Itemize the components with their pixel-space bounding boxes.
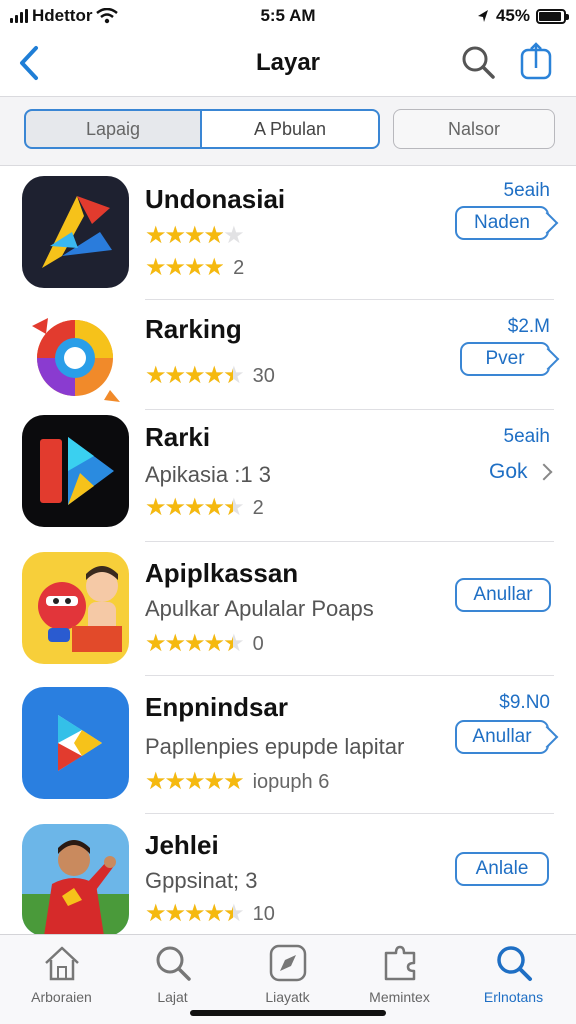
rating-count: 0: [252, 632, 264, 655]
segment-second[interactable]: A Pbulan: [202, 109, 380, 149]
carrier-label: Hdettor: [32, 6, 93, 25]
chevron-right-icon: [535, 725, 559, 749]
get-button[interactable]: Pver: [460, 342, 560, 376]
app-icon-ring-logo: [22, 304, 129, 416]
compass-icon: [269, 944, 306, 982]
rating-count: 2: [252, 496, 264, 519]
app-name: Rarking: [145, 314, 242, 344]
app-subtitle: Gppsinat; 3: [145, 868, 258, 893]
tab-home[interactable]: Arboraien: [4, 943, 119, 1013]
rating-stars: ★★★★★★★★★★ 2: [145, 494, 264, 521]
list-item[interactable]: Jehlei Gppsinat; 3 ★★★★★★★★★★ 10 Anlale: [0, 814, 576, 936]
home-icon: [44, 946, 79, 981]
search-icon[interactable]: [460, 44, 496, 80]
tab-explore[interactable]: Liayatk: [230, 943, 345, 1013]
get-button-label: Anullar: [472, 726, 532, 747]
get-button-label: Anlale: [475, 858, 529, 879]
home-indicator[interactable]: [190, 1010, 386, 1016]
rating-count: 10: [252, 902, 275, 925]
app-name: Jehlei: [145, 830, 219, 860]
app-subtitle: Papllenpies epupde lapitar: [145, 734, 405, 759]
rating-count: iopuph 6: [252, 770, 330, 793]
rating-stars: ★★★★ ★★★★ 2: [145, 254, 245, 281]
rating-stars: ★★★★★★★★★★ 30: [145, 362, 275, 389]
segment-third[interactable]: Nalsor: [393, 109, 555, 149]
status-time: 5:5 AM: [260, 6, 316, 25]
search-icon: [496, 946, 532, 981]
puzzle-icon: [384, 945, 415, 981]
rating-stars: ★★★★★★★★★★ 10: [145, 900, 275, 927]
page-title: Layar: [255, 49, 321, 76]
rating-stars: ★★★★★ ★★★★★ iopuph 6: [145, 768, 330, 795]
tab-label: Liayatk: [265, 989, 310, 1005]
app-name: Undonasiai: [145, 184, 286, 214]
app-icon-play-store: [22, 687, 129, 799]
app-name: Apiplkassan: [145, 558, 299, 588]
tab-search[interactable]: Lajat: [115, 943, 230, 1013]
rating-stars-top: ★★★★★★★★★★: [145, 222, 245, 249]
list-item[interactable]: Rarking ★★★★★★★★★★ 30 $2.M Pver: [0, 300, 576, 416]
chevron-right-icon: [535, 463, 553, 481]
get-button-label: Pver: [485, 348, 525, 369]
app-icon-arrow-logo: [22, 176, 129, 288]
app-icon-hero: [22, 824, 129, 936]
battery-level: [539, 11, 561, 21]
status-bar: Hdettor 5:5 AM 45%: [0, 0, 576, 32]
battery-icon: [536, 8, 569, 24]
app-price: $2.M: [507, 316, 550, 337]
get-button-label: Naden: [474, 212, 530, 233]
back-chevron-icon[interactable]: [14, 44, 44, 82]
get-button[interactable]: Anullar: [455, 720, 559, 754]
battery-percent: 45%: [495, 6, 530, 25]
get-button[interactable]: Anullar: [455, 578, 551, 612]
segmented-control: Lapaig A Pbulan Nalsor: [0, 96, 576, 166]
rating-stars: ★★★★★★★★★★ 0: [145, 630, 264, 657]
signal-icon: [10, 9, 28, 23]
tab-label: Erlnotans: [483, 989, 544, 1005]
app-icon-play-logo: [22, 415, 129, 527]
list-item[interactable]: Enpnindsar Papllenpies epupde lapitar ★★…: [0, 676, 576, 814]
chevron-right-icon: [536, 347, 560, 371]
app-price: $9.N0: [499, 692, 550, 713]
app-subtitle: Apikasia :1 3: [145, 462, 271, 487]
open-link[interactable]: Gok: [489, 460, 553, 484]
list-item[interactable]: Apiplkassan Apulkar Apulalar Poaps ★★★★★…: [0, 542, 576, 676]
app-price: 5eaih: [503, 426, 551, 447]
tab-label: Memintex: [369, 989, 430, 1005]
tab-label: Lajat: [157, 989, 188, 1005]
list-item[interactable]: Undonasiai ★★★★★★★★★★ ★★★★★★★★ 2 5eaih N…: [0, 166, 576, 300]
app-name: Enpnindsar: [145, 692, 289, 722]
tab-search-active[interactable]: Erlnotans: [456, 943, 571, 1013]
tab-puzzle[interactable]: Memintex: [342, 943, 457, 1013]
open-link-label: Gok: [489, 460, 528, 483]
search-icon: [156, 946, 191, 981]
list-item[interactable]: Rarki Apikasia :1 3 ★★★★★★★★★★ 2 5eaih G…: [0, 410, 576, 542]
rating-count: 30: [252, 364, 275, 387]
app-subtitle: Apulkar Apulalar Poaps: [145, 596, 374, 621]
rating-count: 2: [233, 256, 245, 279]
wifi-icon: [96, 8, 119, 24]
get-button[interactable]: Naden: [455, 206, 559, 240]
app-price: 5eaih: [503, 180, 551, 201]
tab-label: Arboraien: [31, 989, 92, 1005]
get-button[interactable]: Anlale: [455, 852, 549, 886]
segment-first[interactable]: Lapaig: [24, 109, 202, 149]
share-icon[interactable]: [518, 42, 554, 82]
chevron-right-icon: [535, 211, 559, 235]
get-button-label: Anullar: [473, 584, 533, 605]
location-icon: [477, 10, 488, 22]
app-icon-cartoon: [22, 552, 129, 664]
app-name: Rarki: [145, 422, 211, 452]
nav-header: Layar: [0, 32, 576, 94]
